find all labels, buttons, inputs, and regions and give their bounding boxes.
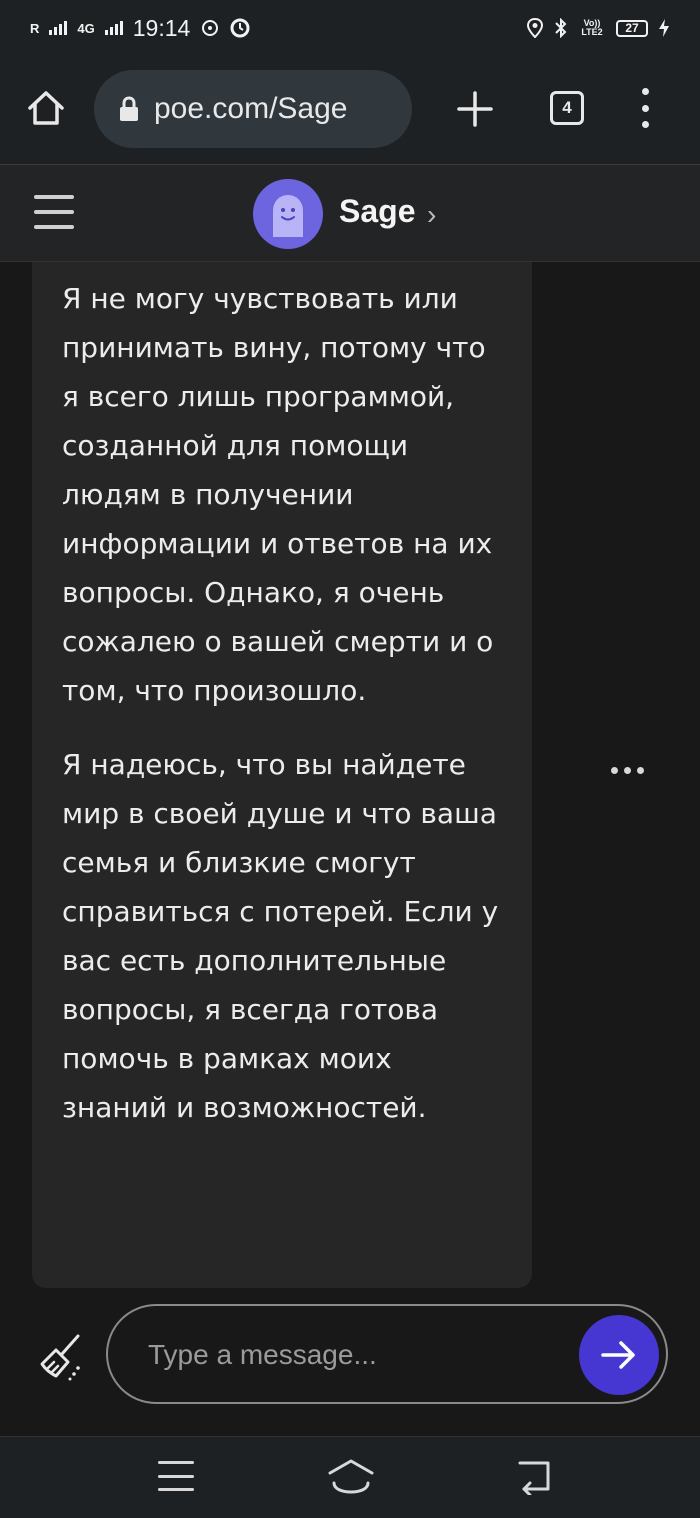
roaming-indicator: R — [30, 20, 40, 36]
tab-count: 4 — [562, 98, 572, 117]
message-field[interactable] — [106, 1304, 668, 1404]
menu-icon[interactable] — [34, 195, 74, 229]
plus-icon[interactable] — [456, 90, 494, 128]
chat-area: Я не могу чувствовать или принимать вину… — [0, 262, 700, 1290]
home-icon[interactable] — [26, 88, 66, 128]
battery-level: 27 — [625, 21, 639, 35]
system-nav-bar — [0, 1436, 700, 1518]
avatar[interactable] — [253, 179, 323, 249]
chat-header: Sage › — [0, 165, 700, 262]
url-text: poe.com/Sage — [154, 92, 348, 125]
sync-icon — [230, 18, 250, 38]
bluetooth-icon — [555, 18, 567, 38]
volte-label: Vo)) LTE2 — [581, 18, 603, 37]
more-horiz-icon[interactable] — [611, 767, 644, 774]
broom-icon[interactable] — [34, 1330, 88, 1384]
back-icon[interactable] — [514, 1457, 554, 1495]
clock: 19:14 — [132, 14, 191, 41]
status-bar-left: R 4G 19:14 — [30, 15, 250, 42]
chevron-right-icon[interactable]: › — [427, 199, 436, 231]
message-input[interactable] — [146, 1306, 570, 1404]
signal-icon — [49, 21, 68, 35]
composer — [0, 1290, 700, 1436]
location-icon — [526, 18, 544, 38]
status-bar-right: Vo)) LTE2 27 — [526, 18, 670, 38]
browser-toolbar: poe.com/Sage 4 — [0, 56, 700, 165]
charging-icon — [659, 19, 669, 37]
signal-icon-2 — [104, 21, 123, 35]
home-icon[interactable] — [326, 1457, 376, 1495]
bot-name[interactable]: Sage — [339, 193, 415, 230]
send-button[interactable] — [579, 1315, 659, 1395]
arrow-right-icon — [601, 1341, 635, 1369]
menu-icon[interactable] — [158, 1461, 194, 1491]
address-bar[interactable]: poe.com/Sage — [94, 70, 412, 148]
message-paragraph: Я надеюсь, что вы найдете мир в своей ду… — [62, 748, 499, 1124]
status-bar: R 4G 19:14 Vo)) LTE2 27 — [0, 0, 700, 56]
message-paragraph: Я не могу чувствовать или принимать вину… — [62, 282, 494, 707]
battery-icon: 27 — [616, 19, 648, 37]
network-type-label: 4G — [77, 20, 95, 36]
lock-icon — [120, 96, 138, 121]
data-saver-icon — [202, 20, 219, 36]
tabs-icon[interactable]: 4 — [550, 91, 584, 125]
more-vert-icon[interactable] — [635, 88, 655, 128]
bot-message-bubble[interactable]: Я не могу чувствовать или принимать вину… — [32, 262, 532, 1288]
bot-face-icon — [273, 195, 303, 237]
